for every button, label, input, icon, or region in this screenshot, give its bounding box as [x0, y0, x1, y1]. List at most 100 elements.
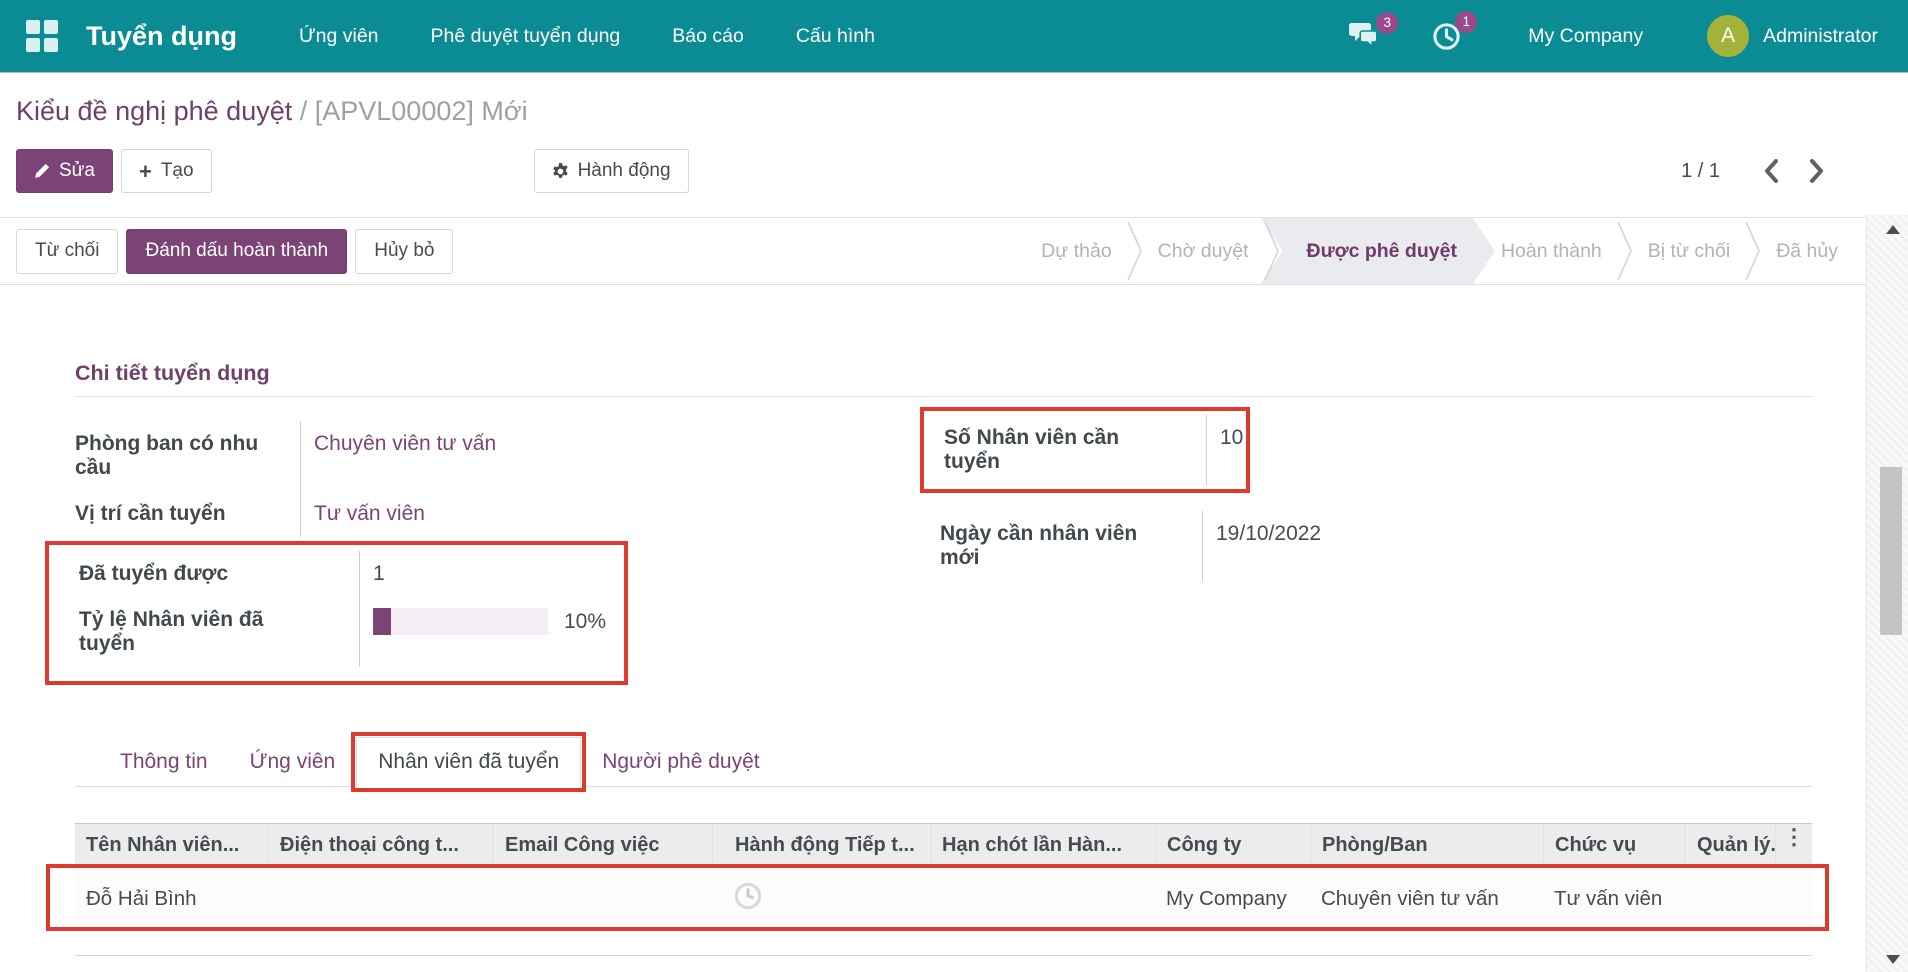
pager-value: 1 / 1	[1681, 160, 1720, 183]
tab-candidates[interactable]: Ứng viên	[229, 738, 357, 786]
scrollbar-thumb[interactable]	[1880, 467, 1902, 635]
table-header-row: Tên Nhân viên... Điện thoại công t... Em…	[75, 824, 1812, 868]
company-switcher[interactable]: My Company	[1528, 25, 1643, 48]
breadcrumb-parent-link[interactable]: Kiểu đề nghị phê duyệt	[16, 96, 292, 126]
col-header-department[interactable]: Phòng/Ban	[1310, 824, 1543, 867]
chevron-separator-icon	[1744, 218, 1762, 284]
form-sheet: Chi tiết tuyển dụng Phòng ban có nhu cầu…	[0, 285, 1866, 956]
refuse-button[interactable]: Từ chối	[16, 229, 118, 274]
field-department: Phòng ban có nhu cầu Chuyên viên tư vấn	[75, 421, 845, 491]
app-title[interactable]: Tuyển dụng	[86, 21, 237, 52]
avatar[interactable]: A	[1707, 15, 1749, 57]
previous-page-button[interactable]	[1764, 159, 1779, 183]
activities-button[interactable]: 1	[1431, 21, 1462, 52]
position-link[interactable]: Tư vấn viên	[314, 502, 425, 525]
field-employees-needed: Số Nhân viên cần tuyển 10	[944, 415, 1246, 485]
hired-ratio-percent: 10%	[564, 610, 606, 633]
menu-item-settings[interactable]: Cấu hình	[796, 25, 875, 48]
cell-employee-name: Đỗ Hải Bình	[75, 887, 268, 911]
field-group-left: Phòng ban có nhu cầu Chuyên viên tư vấn …	[75, 421, 845, 685]
field-hired-ratio: Tỷ lệ Nhân viên đã tuyển 10%	[79, 597, 624, 667]
messages-badge: 3	[1376, 12, 1398, 34]
plus-icon: +	[139, 163, 152, 180]
stage-cancelled[interactable]: Đã hủy	[1762, 218, 1852, 284]
field-group-right: Số Nhân viên cần tuyển 10 Ngày cần nhân …	[940, 407, 1700, 581]
scroll-up-arrow-icon[interactable]	[1886, 225, 1900, 234]
stage-refused[interactable]: Bị từ chối	[1634, 218, 1744, 284]
field-label: Tỷ lệ Nhân viên đã tuyển	[79, 597, 359, 667]
menu-item-recruitment-approvals[interactable]: Phê duyệt tuyển dụng	[431, 25, 621, 48]
breadcrumb: Kiểu đề nghị phê duyệt / [APVL00002] Mới	[16, 96, 1836, 127]
col-header-work-email[interactable]: Email Công việc	[493, 824, 712, 867]
col-header-manager[interactable]: Quản lý...	[1685, 824, 1775, 867]
breadcrumb-current: [APVL00002] Mới	[315, 96, 528, 126]
stage-done[interactable]: Hoàn thành	[1487, 218, 1616, 284]
mark-done-button[interactable]: Đánh dấu hoàn thành	[126, 229, 347, 274]
edit-button[interactable]: Sửa	[16, 149, 113, 193]
field-date-needed: Ngày cần nhân viên mới 19/10/2022	[940, 511, 1700, 581]
cell-company: My Company	[1155, 887, 1310, 911]
stage-pipeline: Dự thảo Chờ duyệt Được phê duyệt Hoàn th…	[1027, 218, 1866, 284]
date-needed-value: 19/10/2022	[1202, 511, 1700, 581]
apps-menu-icon[interactable]	[26, 20, 58, 52]
gear-icon	[552, 163, 569, 180]
tab-information[interactable]: Thông tin	[99, 738, 229, 786]
control-panel: Kiểu đề nghị phê duyệt / [APVL00002] Mới…	[0, 72, 1866, 217]
cell-next-activity	[712, 882, 930, 916]
chevron-separator-icon	[1263, 218, 1281, 284]
col-header-activity-deadline[interactable]: Hạn chót lần Hàn...	[930, 824, 1155, 867]
hired-count-value: 1	[359, 551, 624, 597]
field-position: Vị trí cần tuyển Tư vấn viên	[75, 491, 845, 537]
notebook-tabs: Thông tin Ứng viên Nhân viên đã tuyển Ng…	[75, 737, 1812, 787]
empty-list-area	[75, 930, 1812, 956]
field-label: Số Nhân viên cần tuyển	[944, 415, 1206, 485]
tab-hired-employees-active[interactable]: Nhân viên đã tuyển	[356, 737, 581, 787]
pager: 1 / 1	[1681, 159, 1836, 183]
field-label: Đã tuyển được	[79, 551, 359, 597]
col-header-work-phone[interactable]: Điện thoại công t...	[268, 824, 493, 867]
col-header-job-position[interactable]: Chức vụ	[1543, 824, 1685, 867]
scroll-down-arrow-icon[interactable]	[1886, 955, 1900, 964]
field-label: Vị trí cần tuyển	[75, 491, 300, 537]
cell-job-position: Tư vấn viên	[1543, 887, 1685, 911]
menu-item-candidates[interactable]: Ứng viên	[299, 25, 379, 48]
top-nav-bar: Tuyển dụng Ứng viên Phê duyệt tuyển dụng…	[0, 0, 1908, 72]
chevron-separator-icon	[1616, 218, 1634, 284]
create-button[interactable]: + Tạo	[121, 149, 212, 193]
activities-badge: 1	[1455, 11, 1477, 33]
button-row: Sửa + Tạo Hành động 1 / 1	[16, 149, 1836, 193]
hired-ratio-progressbar	[373, 608, 548, 635]
column-options-icon[interactable]: ⋮	[1775, 824, 1812, 867]
cell-department: Chuyên viên tư vấn	[1310, 887, 1543, 911]
main-menu: Ứng viên Phê duyệt tuyển dụng Báo cáo Cấ…	[299, 25, 875, 48]
field-label: Phòng ban có nhu cầu	[75, 421, 300, 491]
table-row-employee[interactable]: Đỗ Hải Bình My Company Chuyên viên tư vấ…	[75, 868, 1812, 930]
section-divider	[75, 396, 1812, 397]
stage-approved-active[interactable]: Được phê duyệt	[1261, 218, 1495, 284]
cancel-button[interactable]: Hủy bỏ	[355, 229, 453, 274]
employees-needed-value: 10	[1206, 415, 1246, 485]
action-button[interactable]: Hành động	[534, 149, 689, 193]
stage-waiting-approval[interactable]: Chờ duyệt	[1144, 218, 1263, 284]
hired-employees-table: Tên Nhân viên... Điện thoại công t... Em…	[75, 823, 1812, 956]
vertical-scrollbar[interactable]	[1866, 215, 1908, 972]
tab-approvers[interactable]: Người phê duyệt	[581, 738, 780, 786]
col-header-employee-name[interactable]: Tên Nhân viên...	[75, 824, 268, 867]
breadcrumb-separator: /	[292, 96, 315, 126]
col-header-next-activity[interactable]: Hành động Tiếp t...	[712, 824, 930, 867]
field-label: Ngày cần nhân viên mới	[940, 511, 1202, 581]
field-hired-count: Đã tuyển được 1	[79, 551, 624, 597]
red-annotation-box-needed: Số Nhân viên cần tuyển 10	[920, 407, 1250, 493]
col-header-company[interactable]: Công ty	[1155, 824, 1310, 867]
user-menu[interactable]: Administrator	[1763, 25, 1878, 48]
clock-icon[interactable]	[734, 882, 762, 910]
stage-draft[interactable]: Dự thảo	[1027, 218, 1126, 284]
field-groups: Phòng ban có nhu cầu Chuyên viên tư vấn …	[75, 421, 1812, 685]
nav-right-section: 3 1 My Company A Administrator	[1301, 15, 1878, 57]
pencil-icon	[34, 163, 50, 179]
messages-button[interactable]: 3	[1349, 22, 1383, 51]
status-bar: Từ chối Đánh dấu hoàn thành Hủy bỏ Dự th…	[0, 217, 1866, 285]
next-page-button[interactable]	[1809, 159, 1824, 183]
department-link[interactable]: Chuyên viên tư vấn	[314, 432, 496, 455]
menu-item-reports[interactable]: Báo cáo	[672, 25, 744, 48]
